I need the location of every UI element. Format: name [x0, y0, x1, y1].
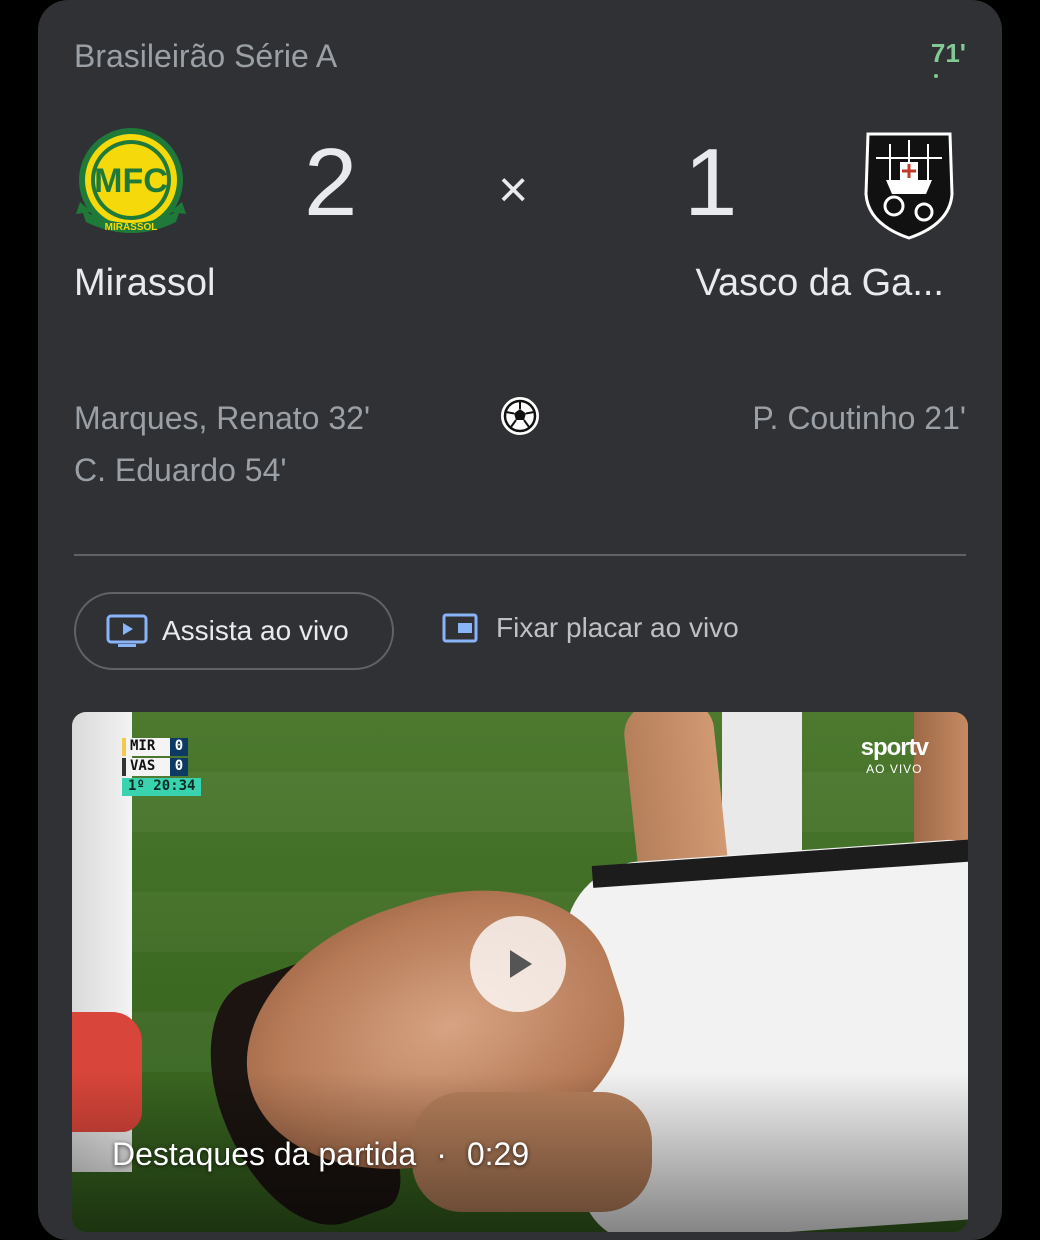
home-scorers: Marques, Renato 32' C. Eduardo 54'	[74, 392, 370, 496]
home-team-name[interactable]: Mirassol	[74, 262, 215, 305]
svg-text:MIRASSOL: MIRASSOL	[105, 222, 158, 233]
home-score: 2	[304, 129, 358, 236]
svg-text:MFC: MFC	[94, 162, 168, 200]
live-minute: 71'	[930, 38, 966, 68]
tv-icon	[106, 614, 148, 647]
broadcaster-live-label: AO VIVO	[866, 762, 923, 776]
divider	[74, 554, 966, 556]
video-duration: 0:29	[466, 1136, 530, 1172]
picture-in-picture-icon	[442, 613, 478, 643]
scoreboard-clock: 1º 20:34	[122, 778, 202, 796]
mirassol-logo[interactable]: MFC MIRASSOL	[72, 124, 190, 242]
play-icon	[510, 950, 532, 978]
league-name[interactable]: Brasileirão Série A	[74, 38, 337, 75]
home-scorer-2: C. Eduardo 54'	[74, 452, 287, 488]
player-sock	[722, 712, 802, 862]
play-button[interactable]	[470, 916, 566, 1012]
soccer-ball-icon	[501, 397, 539, 435]
live-indicator-dot	[934, 74, 938, 78]
pin-score-label: Fixar placar ao vivo	[496, 612, 739, 643]
away-score: 1	[684, 129, 738, 236]
match-card: Brasileirão Série A 71' MFC MIRASSOL 2 ×…	[38, 0, 1002, 1240]
scoreboard-home-abbr: MIR	[122, 738, 170, 756]
pin-score-button[interactable]: Fixar placar ao vivo	[414, 592, 739, 664]
caption-separator: ·	[436, 1136, 447, 1172]
away-scorer-1: P. Coutinho 21'	[752, 400, 966, 436]
broadcaster-name: sportv	[860, 734, 929, 761]
highlights-video[interactable]: MIR 0 VAS 0 1º 20:34 sportv AO VIVO Dest…	[72, 712, 968, 1232]
home-scorer-1: Marques, Renato 32'	[74, 400, 371, 436]
scoreboard-away-abbr: VAS	[122, 758, 170, 776]
grass-stripe	[72, 772, 968, 832]
broadcaster-logo: sportv AO VIVO	[860, 734, 929, 776]
score-separator: ×	[498, 161, 529, 219]
watch-live-label: Assista ao vivo	[162, 615, 349, 646]
watch-live-button[interactable]: Assista ao vivo	[74, 592, 394, 670]
scoreboard-home-score: 0	[170, 738, 188, 756]
away-scorers: P. Coutinho 21'	[752, 392, 966, 444]
scoreboard-away-score: 0	[170, 758, 188, 776]
vasco-logo[interactable]	[850, 124, 968, 242]
away-team-name[interactable]: Vasco da Ga...	[695, 262, 944, 305]
video-caption: Destaques da partida · 0:29	[112, 1136, 529, 1173]
video-title: Destaques da partida	[112, 1136, 417, 1172]
broadcast-scoreboard: MIR 0 VAS 0 1º 20:34	[122, 738, 202, 798]
